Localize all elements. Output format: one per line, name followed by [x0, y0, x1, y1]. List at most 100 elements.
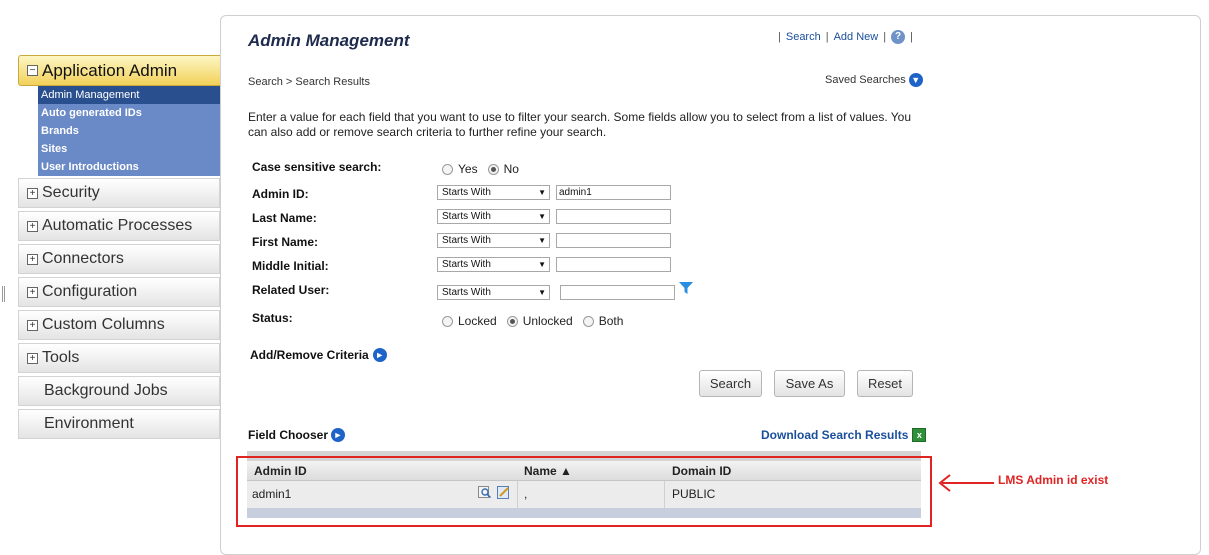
radio-case-yes-label: Yes [458, 162, 478, 176]
case-sensitive-label: Case sensitive search: [252, 160, 382, 174]
saved-searches[interactable]: Saved Searches ▼ [825, 73, 923, 87]
expand-icon: + [27, 352, 38, 364]
annotation-arrow-icon [938, 474, 994, 492]
download-label: Download Search Results [761, 428, 909, 442]
sidebar-item-label: Tools [42, 349, 80, 366]
header-links: | Search | Add New | ? | [778, 30, 913, 44]
sidebar-item-label: Background Jobs [44, 382, 168, 399]
last-name-label: Last Name: [252, 211, 317, 225]
add-remove-criteria-label: Add/Remove Criteria [250, 348, 369, 362]
related-user-operator-select[interactable]: Starts With ▼ [437, 285, 550, 300]
link-separator: | [825, 31, 829, 43]
sidebar-item-custom-columns[interactable]: + Custom Columns [18, 310, 220, 340]
download-search-results[interactable]: Download Search Results x [761, 428, 927, 442]
middle-initial-operator-select[interactable]: Starts With ▼ [437, 257, 550, 272]
first-name-input[interactable] [556, 233, 671, 248]
sidebar-submenu: Admin Management Auto generated IDs Bran… [38, 86, 220, 176]
annotation-text: LMS Admin id exist [998, 473, 1109, 487]
last-name-input[interactable] [556, 209, 671, 224]
status-radios: Locked Unlocked Both [442, 314, 633, 328]
radio-status-both-label: Both [598, 314, 624, 328]
radio-status-unlocked-label: Unlocked [522, 314, 573, 328]
radio-status-locked[interactable] [442, 315, 453, 327]
submenu-item-brands[interactable]: Brands [38, 122, 220, 140]
sidebar-item-environment[interactable]: Environment [18, 409, 220, 439]
sidebar-item-background-jobs[interactable]: Background Jobs [18, 376, 220, 406]
sidebar-item-security[interactable]: + Security [18, 178, 220, 208]
caret-down-icon: ▼ [538, 188, 546, 197]
first-name-operator-select[interactable]: Starts With ▼ [437, 233, 550, 248]
link-separator: | [778, 31, 781, 43]
expand-icon: + [27, 187, 38, 199]
arrow-down-circle-icon[interactable]: ▼ [908, 73, 923, 87]
sidebar-item-automatic-processes[interactable]: + Automatic Processes [18, 211, 220, 241]
expand-icon: + [27, 220, 38, 232]
search-link[interactable]: Search [786, 31, 821, 43]
filter-icon[interactable] [679, 282, 693, 295]
caret-down-icon: ▼ [538, 288, 546, 297]
caret-down-icon: ▼ [538, 236, 546, 245]
expand-icon: + [27, 319, 38, 331]
annotation-highlight-box [236, 456, 932, 527]
radio-status-both[interactable] [582, 315, 594, 327]
admin-id-input[interactable] [556, 185, 671, 200]
select-value: Starts With [442, 235, 491, 246]
arrow-right-circle-icon[interactable]: ► [372, 348, 387, 362]
radio-case-yes[interactable] [442, 163, 453, 175]
excel-icon[interactable]: x [912, 428, 927, 442]
reset-button[interactable]: Reset [857, 370, 913, 397]
add-remove-criteria[interactable]: Add/Remove Criteria ► [250, 348, 387, 362]
submenu-item-sites[interactable]: Sites [38, 140, 220, 158]
field-chooser-label: Field Chooser [248, 428, 329, 442]
sidebar-item-label: Custom Columns [42, 316, 165, 333]
expand-icon: + [27, 253, 38, 265]
sidebar-item-label: Automatic Processes [42, 217, 193, 234]
middle-initial-input[interactable] [556, 257, 671, 272]
radio-status-locked-label: Locked [458, 314, 497, 328]
submenu-item-admin-management[interactable]: Admin Management [38, 86, 220, 104]
splitter-grip[interactable] [2, 286, 5, 302]
search-button[interactable]: Search [699, 370, 762, 397]
collapse-icon: − [27, 65, 38, 76]
sidebar-section-label: Application Admin [42, 60, 178, 80]
radio-status-unlocked[interactable] [506, 315, 518, 327]
page-title: Admin Management [248, 31, 410, 50]
select-value: Starts With [442, 259, 491, 270]
field-chooser[interactable]: Field Chooser ► [248, 428, 346, 442]
select-value: Starts With [442, 187, 491, 198]
caret-down-icon: ▼ [538, 260, 546, 269]
radio-case-no-label: No [503, 162, 519, 176]
submenu-item-user-introductions[interactable]: User Introductions [38, 158, 220, 176]
radio-case-no[interactable] [487, 163, 499, 175]
middle-initial-label: Middle Initial: [252, 259, 329, 273]
first-name-label: First Name: [252, 235, 319, 249]
related-user-input[interactable] [560, 285, 675, 300]
sidebar-item-configuration[interactable]: + Configuration [18, 277, 220, 307]
select-value: Starts With [442, 287, 491, 298]
sidebar-section-application-admin[interactable]: − Application Admin [18, 55, 232, 86]
expand-icon: + [27, 286, 38, 298]
save-as-button[interactable]: Save As [774, 370, 845, 397]
saved-searches-label: Saved Searches [825, 74, 906, 86]
arrow-right-circle-icon[interactable]: ► [331, 428, 346, 442]
sidebar-item-label: Connectors [42, 250, 124, 267]
link-separator: | [910, 31, 913, 43]
admin-id-operator-select[interactable]: Starts With ▼ [437, 185, 550, 200]
link-separator: | [883, 31, 887, 43]
case-sensitive-radios: Yes No [442, 162, 529, 176]
help-icon[interactable]: ? [891, 30, 906, 44]
sidebar-item-connectors[interactable]: + Connectors [18, 244, 220, 274]
caret-down-icon: ▼ [538, 212, 546, 221]
add-new-link[interactable]: Add New [834, 31, 879, 43]
last-name-operator-select[interactable]: Starts With ▼ [437, 209, 550, 224]
status-label: Status: [252, 311, 293, 325]
breadcrumb: Search > Search Results [248, 76, 370, 88]
related-user-label: Related User: [252, 283, 330, 297]
sidebar-item-label: Configuration [42, 283, 138, 300]
submenu-item-auto-generated-ids[interactable]: Auto generated IDs [38, 104, 220, 122]
select-value: Starts With [442, 211, 491, 222]
search-instructions: Enter a value for each field that you wa… [248, 110, 912, 139]
sidebar-item-label: Environment [44, 415, 134, 432]
sidebar-item-tools[interactable]: + Tools [18, 343, 220, 373]
sidebar-item-label: Security [42, 184, 100, 201]
